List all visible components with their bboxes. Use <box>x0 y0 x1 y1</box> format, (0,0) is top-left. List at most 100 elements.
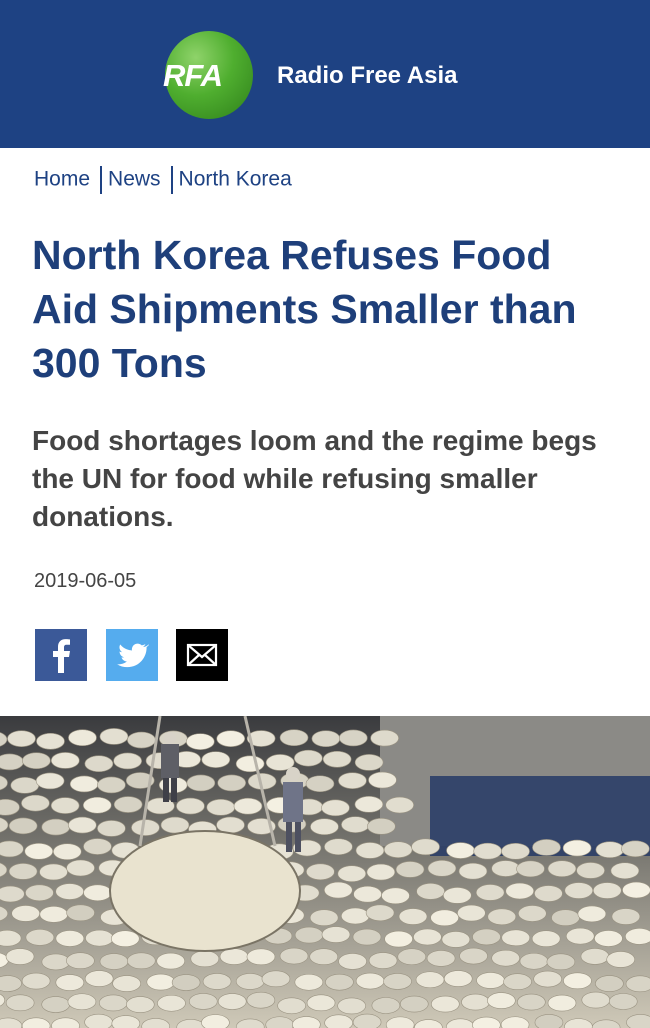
rice-sack <box>131 819 160 836</box>
breadcrumb-news[interactable]: News <box>108 168 161 191</box>
email-share-button[interactable] <box>176 629 228 681</box>
rice-sack <box>305 775 335 793</box>
rice-sack <box>25 884 54 902</box>
rice-sack <box>431 995 460 1013</box>
brand-name[interactable]: Radio Free Asia <box>277 62 458 90</box>
rice-sack <box>352 928 382 946</box>
rice-sack <box>487 908 517 926</box>
rice-sack <box>310 818 339 836</box>
rice-sack <box>246 948 276 966</box>
rice-sack <box>309 909 339 926</box>
rice-sack <box>171 974 201 991</box>
rice-sack <box>458 862 488 880</box>
rice-sack <box>216 816 245 834</box>
rice-sack <box>186 774 216 792</box>
rice-sack <box>443 970 473 987</box>
rice-sack <box>97 820 126 837</box>
site-header: RFA Radio Free Asia <box>0 0 650 148</box>
rice-sack <box>55 930 85 947</box>
rice-sack <box>5 948 35 965</box>
rice-sack <box>201 1014 230 1028</box>
rice-sack <box>577 905 607 923</box>
rice-sack <box>503 973 532 991</box>
rice-sack <box>279 947 309 965</box>
rice-sack <box>505 882 535 900</box>
rice-sack <box>516 860 545 878</box>
facebook-share-button[interactable] <box>35 629 87 681</box>
rice-sack <box>546 953 576 971</box>
rice-sack <box>146 973 176 991</box>
rice-sack <box>309 948 339 966</box>
rice-sack <box>294 973 324 991</box>
email-icon <box>186 643 218 667</box>
rice-sack <box>99 728 129 745</box>
rice-sack <box>441 931 471 948</box>
rice-sack <box>84 1013 113 1028</box>
rice-sack <box>581 991 611 1009</box>
rice-sack <box>41 953 71 971</box>
rice-sack <box>625 928 650 945</box>
rice-sack <box>611 908 641 925</box>
rice-sack <box>22 752 51 770</box>
rice-sack <box>82 796 112 814</box>
rice-sack <box>55 974 85 991</box>
rice-sack <box>66 952 95 970</box>
rice-sack <box>446 842 475 859</box>
facebook-icon <box>53 639 70 673</box>
rice-sack <box>188 993 218 1010</box>
breadcrumb-north-korea[interactable]: North Korea <box>179 168 292 191</box>
rice-sack <box>67 993 97 1011</box>
rfa-logo-text: RFA <box>163 58 223 93</box>
rice-sack <box>306 863 335 881</box>
rice-sack <box>325 973 354 991</box>
rice-sack <box>21 794 50 812</box>
rice-sack <box>146 797 175 815</box>
rice-sack <box>41 996 71 1013</box>
rice-sack <box>473 842 502 860</box>
breadcrumb-separator <box>100 166 103 194</box>
rice-sack <box>366 863 396 881</box>
rice-sack <box>235 973 265 990</box>
rice-sack <box>562 839 592 857</box>
breadcrumb-home[interactable]: Home <box>34 168 90 191</box>
rice-sack <box>551 909 580 926</box>
rice-sack <box>352 1013 382 1028</box>
rice-sack <box>533 970 562 988</box>
rice-sack <box>338 772 367 789</box>
rice-sack <box>68 729 97 747</box>
rice-sack <box>99 953 129 970</box>
rice-sack <box>563 972 592 990</box>
breadcrumb: Home News North Korea <box>34 166 292 194</box>
rice-sack <box>338 729 368 747</box>
rice-sack <box>235 755 265 773</box>
rice-sack <box>69 775 99 793</box>
rice-sack <box>85 929 114 947</box>
rice-sack <box>50 797 80 814</box>
rice-sack <box>518 905 547 922</box>
rice-sack <box>113 796 143 813</box>
rice-sack <box>370 729 399 747</box>
rice-sack <box>10 777 40 794</box>
rice-sack <box>534 1014 564 1028</box>
rice-sack <box>233 797 263 815</box>
rice-sack <box>39 863 68 881</box>
rice-sack <box>68 816 97 834</box>
rice-sack <box>340 907 370 925</box>
rice-sack <box>160 816 190 834</box>
rice-sack <box>0 753 24 771</box>
rice-sack <box>321 799 350 817</box>
rice-sack <box>476 972 505 989</box>
rice-sack <box>341 816 370 833</box>
rice-sack <box>39 906 69 923</box>
rice-sack <box>610 862 640 880</box>
rice-sack <box>564 882 594 899</box>
rice-sack <box>186 733 215 750</box>
twitter-share-button[interactable] <box>106 629 158 681</box>
rice-sack <box>532 839 561 856</box>
rice-sack <box>41 818 71 836</box>
rice-sack <box>294 926 324 944</box>
rice-sack <box>354 754 384 771</box>
rice-sack <box>8 863 38 880</box>
rice-sack <box>112 975 141 992</box>
rice-sack <box>35 772 65 790</box>
